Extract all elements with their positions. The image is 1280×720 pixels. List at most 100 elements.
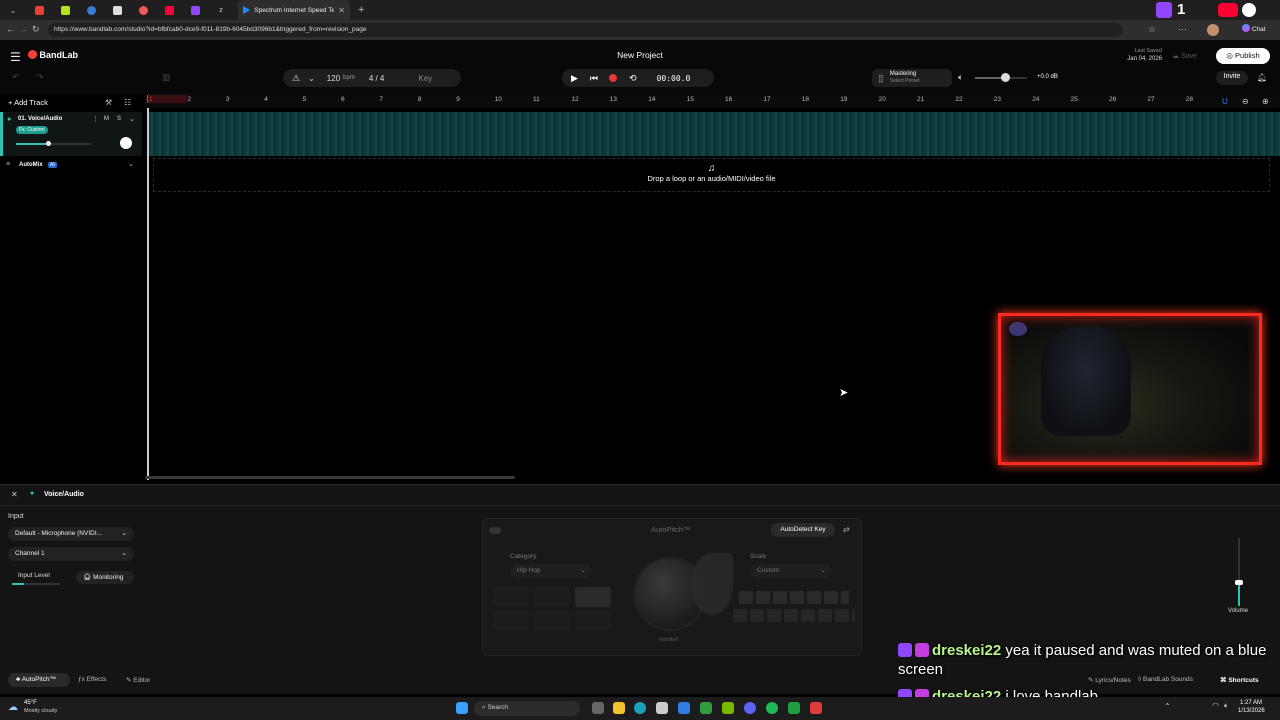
undo-icon[interactable]: ↶ xyxy=(12,72,20,83)
spotify-icon[interactable] xyxy=(766,702,778,714)
drop-zone[interactable]: ♫ Drop a loop or an audio/MIDI/video fil… xyxy=(153,158,1270,192)
tab-bandlab[interactable] xyxy=(130,0,156,20)
preset-modern-rap[interactable] xyxy=(493,587,529,607)
skip-back-icon[interactable]: ⏮ xyxy=(590,73,598,84)
tray-wifi-icon[interactable]: ◠ xyxy=(1212,701,1219,710)
xbox-icon[interactable] xyxy=(700,702,712,714)
automix-chevron-icon[interactable]: ⌄ xyxy=(128,160,134,168)
zoom-in-icon[interactable]: ⊕ xyxy=(1262,97,1269,106)
project-title[interactable]: New Project xyxy=(600,50,680,60)
taskview-icon[interactable] xyxy=(592,702,604,714)
redo-icon[interactable]: ↷ xyxy=(36,72,44,83)
preset-desert[interactable] xyxy=(534,611,570,631)
preset-drawl[interactable] xyxy=(534,587,570,607)
outlook-icon[interactable] xyxy=(678,702,690,714)
url-field[interactable]: https://www.bandlab.com/studio?id=bfbfca… xyxy=(48,23,1123,37)
explorer-icon[interactable] xyxy=(613,702,625,714)
bell-icon[interactable]: 🔔︎ xyxy=(1257,73,1267,82)
timeline-ruler[interactable]: 1 2 3 4 5 6 7 8 9 10 11 12 13 14 15 16 17 18 19 20 21 22 23 24 2… xyxy=(145,94,1280,108)
automix-row[interactable]: ≡ AutoMix AI ⌄ xyxy=(0,160,142,174)
back-icon[interactable]: ← xyxy=(6,24,15,34)
forward-icon[interactable]: → xyxy=(19,24,28,34)
start-button[interactable] xyxy=(456,702,468,714)
add-track-button[interactable]: + Add Track xyxy=(8,98,48,107)
track-expand-icon[interactable]: ⌄ xyxy=(129,115,135,123)
panel-volume-thumb[interactable] xyxy=(1235,580,1243,585)
autopitch-settings-icon[interactable]: ⇄ xyxy=(843,525,850,534)
track-volume-slider[interactable] xyxy=(16,141,91,146)
bpm-value[interactable]: 120 xyxy=(327,74,340,83)
panel-tab-editor[interactable]: ✎ Editor xyxy=(126,676,150,684)
record-icon[interactable] xyxy=(609,74,618,82)
weather-temp[interactable]: 45°F xyxy=(24,700,37,706)
key-button[interactable]: Key xyxy=(418,74,432,83)
menu-icon[interactable]: ☰ xyxy=(10,50,21,64)
store-icon[interactable] xyxy=(656,702,668,714)
refresh-icon[interactable]: ↻ xyxy=(32,24,40,35)
input-device-select[interactable]: Default - Microphone (NVIDI... ⌄ xyxy=(8,527,134,541)
preset-trap-cast[interactable] xyxy=(493,611,529,631)
track-region-waveform[interactable] xyxy=(148,112,1280,156)
bandlab-logo[interactable]: BandLab xyxy=(28,50,78,60)
new-tab-icon[interactable]: + xyxy=(358,4,364,16)
tab-gmail[interactable] xyxy=(26,0,52,20)
tab-youtube[interactable] xyxy=(156,0,182,20)
xbox-app-icon[interactable] xyxy=(788,702,800,714)
chat-button[interactable]: Chat xyxy=(1242,24,1266,33)
panel-tab-autopitch[interactable]: ♣ AutoPitch™ xyxy=(8,673,70,687)
piano-keys[interactable] xyxy=(733,591,855,627)
discord-icon[interactable] xyxy=(744,702,756,714)
playhead[interactable] xyxy=(147,108,149,480)
monitoring-button[interactable]: 🎧︎ Monitoring xyxy=(76,571,134,584)
preset-streamline[interactable] xyxy=(575,611,611,631)
category-select[interactable]: Hip Hop ⌄ xyxy=(510,564,592,578)
tab-doc[interactable] xyxy=(104,0,130,20)
star-icon[interactable]: ☆ xyxy=(1148,24,1156,35)
track-more-icon[interactable]: ⋮ xyxy=(92,115,99,123)
bandlab-taskbar-icon[interactable] xyxy=(810,702,822,714)
preset-smooth[interactable] xyxy=(575,587,611,607)
master-volume-thumb[interactable] xyxy=(1001,73,1010,82)
fx-badge[interactable]: Fx: Custom xyxy=(16,126,48,134)
loop-icon[interactable]: ⟲ xyxy=(629,73,637,84)
tab-blue[interactable] xyxy=(78,0,104,20)
tab-green[interactable] xyxy=(52,0,78,20)
clock-time[interactable]: 1:27 AM xyxy=(1240,700,1262,706)
autopitch-power-toggle[interactable] xyxy=(489,527,501,534)
panel-tab-effects[interactable]: ƒx Effects xyxy=(78,676,106,683)
taskbar-search[interactable]: ⌕ Search xyxy=(474,701,580,716)
close-panel-icon[interactable]: ✕ xyxy=(11,490,18,499)
publish-button[interactable]: ◎ Publish xyxy=(1216,48,1270,64)
tray-chevron-icon[interactable]: ⌃ xyxy=(1164,702,1171,711)
invite-button[interactable]: Invite xyxy=(1216,71,1248,85)
snap-magnet-icon[interactable]: U xyxy=(1222,97,1228,106)
tuning-fork-icon[interactable]: ⚒ xyxy=(105,98,112,107)
chevron-down-icon[interactable]: ⌄ xyxy=(308,74,315,83)
solo-button[interactable]: S xyxy=(117,116,121,122)
scale-select[interactable]: Custom ⌄ xyxy=(750,564,832,578)
track-settings-icon[interactable]: ☷ xyxy=(124,98,131,107)
loop-region-marker[interactable] xyxy=(147,95,187,103)
avatar[interactable] xyxy=(1207,24,1219,36)
mastering-button[interactable]: ⣿ Mastering Select Preset xyxy=(872,69,952,87)
active-tab[interactable]: Spectrum Internet Speed Test| Bro ✕ xyxy=(238,0,350,20)
tab-menu-icon[interactable]: ⌄ xyxy=(0,0,26,20)
master-volume-slider[interactable] xyxy=(975,73,1027,82)
panel-volume-fader[interactable] xyxy=(1235,538,1243,606)
speaker-icon[interactable]: 🔈︎ xyxy=(958,72,963,83)
mute-button[interactable]: M xyxy=(104,116,109,122)
edge-icon[interactable] xyxy=(634,702,646,714)
zoom-out-icon[interactable]: ⊖ xyxy=(1242,97,1249,106)
grid-icon[interactable]: ▥ xyxy=(162,72,171,83)
channel-select[interactable]: Channel 1 ⌄ xyxy=(8,547,134,561)
track-header-voice[interactable]: ● 01. Voice/Audio Fx: Custom ⋮ M S ⌄ xyxy=(0,112,142,156)
tab-twitch[interactable] xyxy=(182,0,208,20)
time-signature[interactable]: 4 / 4 xyxy=(369,74,385,83)
autodetect-key-button[interactable]: AutoDetect Key xyxy=(771,523,835,537)
tab-z[interactable]: z xyxy=(208,0,234,20)
extensions-icon[interactable]: ⋯ xyxy=(1178,24,1187,35)
save-button[interactable]: ☁ Save xyxy=(1172,52,1197,60)
track-pan-knob[interactable] xyxy=(120,137,132,149)
play-icon[interactable]: ▶ xyxy=(571,73,578,84)
metronome-icon[interactable]: ⚠ xyxy=(292,73,300,84)
